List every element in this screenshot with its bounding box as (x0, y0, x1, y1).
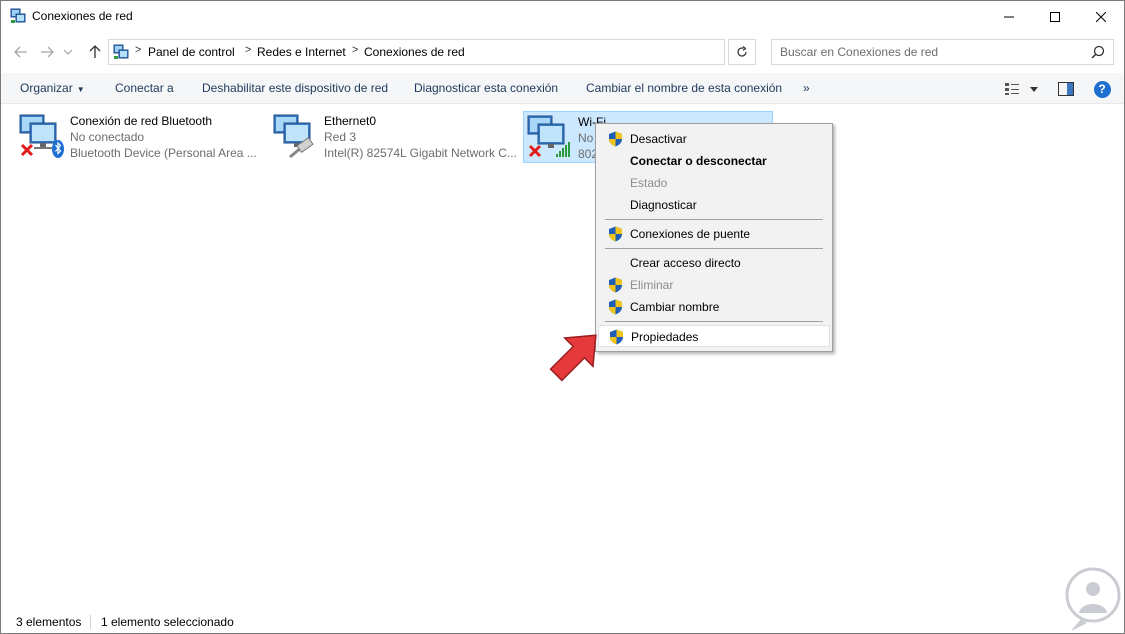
connection-device: Intel(R) 82574L Gigabit Network C... (324, 146, 517, 160)
disconnected-x-icon (20, 143, 34, 157)
connect-button[interactable]: Conectar a (115, 81, 174, 95)
breadcrumb-separator: > (135, 44, 142, 56)
arrow-left-icon (14, 46, 27, 58)
connection-status: Red 3 (324, 130, 357, 144)
window-title: Conexiones de red (32, 9, 133, 23)
preview-pane-button[interactable] (1057, 79, 1075, 99)
connection-item-bluetooth[interactable]: Conexión de red Bluetooth No conectado B… (16, 111, 266, 163)
menu-separator (605, 321, 823, 322)
command-bar: Organizar ▼ Conectar a Deshabilitar este … (1, 73, 1124, 104)
close-icon (1096, 11, 1106, 22)
watermark-logo-icon (1065, 567, 1121, 631)
breadcrumb-network-connections[interactable]: Conexiones de red (364, 45, 465, 59)
breadcrumb-network-internet[interactable]: Redes e Internet (257, 45, 346, 59)
menu-item-label: Eliminar (630, 278, 674, 292)
item-count: 3 elementos (16, 615, 82, 629)
minimize-icon (1004, 16, 1014, 17)
status-divider (90, 615, 91, 629)
change-view-button[interactable] (1001, 79, 1041, 99)
connection-name: Ethernet0 (324, 114, 377, 128)
preview-pane-icon (1058, 82, 1074, 96)
disconnected-x-icon (528, 144, 542, 158)
connection-details: Conexión de red Bluetooth No conectado B… (70, 113, 266, 161)
uac-shield-icon (609, 277, 622, 293)
address-bar[interactable]: > Panel de control > Redes e Internet > … (108, 39, 815, 65)
menu-item-deactivate[interactable]: Desactivar (598, 128, 830, 150)
title-bar: Conexiones de red (1, 1, 1124, 32)
uac-shield-icon (609, 226, 622, 242)
explorer-window: Conexiones de red > Panel de control > R… (0, 0, 1125, 634)
control-panel-icon (113, 44, 129, 59)
up-button[interactable] (85, 42, 105, 62)
caret-down-icon (1030, 86, 1038, 92)
uac-shield-icon (609, 131, 622, 147)
uac-shield-icon (610, 329, 623, 345)
menu-separator (605, 219, 823, 220)
menu-item-status: Estado (598, 172, 830, 194)
breadcrumb-separator: > (352, 44, 359, 56)
menu-item-bridge[interactable]: Conexiones de puente (598, 223, 830, 245)
connection-name: Conexión de red Bluetooth (70, 114, 213, 128)
maximize-icon (1050, 11, 1060, 22)
breadcrumb-control-panel[interactable]: Panel de control (148, 45, 235, 59)
menu-item-label: Conexiones de puente (630, 227, 751, 241)
menu-item-label: Desactivar (630, 132, 687, 146)
rename-connection-button[interactable]: Cambiar el nombre de esta conexión (586, 81, 782, 95)
uac-shield-icon (609, 299, 622, 315)
search-icon (1091, 45, 1105, 59)
help-icon: ? (1093, 80, 1111, 98)
organize-label: Organizar (20, 81, 73, 95)
connection-status: No conectado (70, 130, 145, 144)
menu-item-rename[interactable]: Cambiar nombre (598, 296, 830, 318)
arrow-right-icon (41, 46, 54, 58)
minimize-button[interactable] (986, 1, 1032, 32)
organize-menu-button[interactable]: Organizar ▼ (20, 81, 85, 95)
menu-item-connect-disconnect[interactable]: Conectar o desconectar (598, 150, 830, 172)
disable-device-button[interactable]: Deshabilitar este dispositivo de red (202, 81, 388, 95)
back-button[interactable] (11, 42, 31, 62)
search-placeholder: Buscar en Conexiones de red (780, 45, 939, 59)
menu-item-label: Propiedades (631, 330, 699, 344)
selection-count: 1 elemento seleccionado (101, 615, 234, 629)
view-list-icon (1005, 83, 1019, 95)
connection-details: Ethernet0 Red 3 Intel(R) 82574L Gigabit … (324, 113, 520, 161)
breadcrumb-separator: > (245, 44, 252, 56)
caret-down-icon: ▼ (76, 85, 85, 94)
menu-item-create-shortcut[interactable]: Crear acceso directo (598, 252, 830, 274)
network-adapter-icon (273, 114, 314, 159)
recent-locations-button[interactable] (61, 42, 75, 62)
network-adapter-icon (19, 114, 64, 158)
close-button[interactable] (1078, 1, 1124, 32)
maximize-button[interactable] (1032, 1, 1078, 32)
connection-device: Bluetooth Device (Personal Area ... (70, 146, 257, 160)
help-button[interactable]: ? (1093, 79, 1111, 99)
arrow-up-icon (89, 45, 101, 58)
pointer-arrow-icon (549, 334, 597, 382)
forward-button[interactable] (37, 42, 57, 62)
status-bar: 3 elementos 1 elemento seleccionado (1, 611, 1124, 633)
refresh-button[interactable] (728, 39, 756, 65)
menu-item-label: Estado (630, 176, 668, 190)
bluetooth-icon (52, 140, 64, 158)
chevron-down-icon (64, 49, 72, 55)
refresh-icon (737, 46, 747, 57)
network-connections-icon (10, 8, 26, 23)
menu-item-diagnose[interactable]: Diagnosticar (598, 194, 830, 216)
navigation-bar: > Panel de control > Redes e Internet > … (1, 34, 1124, 70)
menu-separator (605, 248, 823, 249)
context-menu: Desactivar Conectar o desconectar Estado… (595, 123, 833, 352)
menu-item-properties[interactable]: Propiedades (598, 325, 830, 347)
search-input[interactable]: Buscar en Conexiones de red (771, 39, 1114, 65)
menu-item-delete: Eliminar (598, 274, 830, 296)
connection-item-ethernet[interactable]: Ethernet0 Red 3 Intel(R) 82574L Gigabit … (270, 111, 520, 163)
network-adapter-icon (527, 115, 570, 158)
menu-item-label: Conectar o desconectar (630, 154, 767, 168)
diagnose-connection-button[interactable]: Diagnosticar esta conexión (414, 81, 558, 95)
more-commands-button[interactable]: » (803, 81, 810, 95)
menu-item-label: Diagnosticar (630, 198, 697, 212)
menu-item-label: Crear acceso directo (630, 256, 741, 270)
menu-item-label: Cambiar nombre (630, 300, 720, 314)
